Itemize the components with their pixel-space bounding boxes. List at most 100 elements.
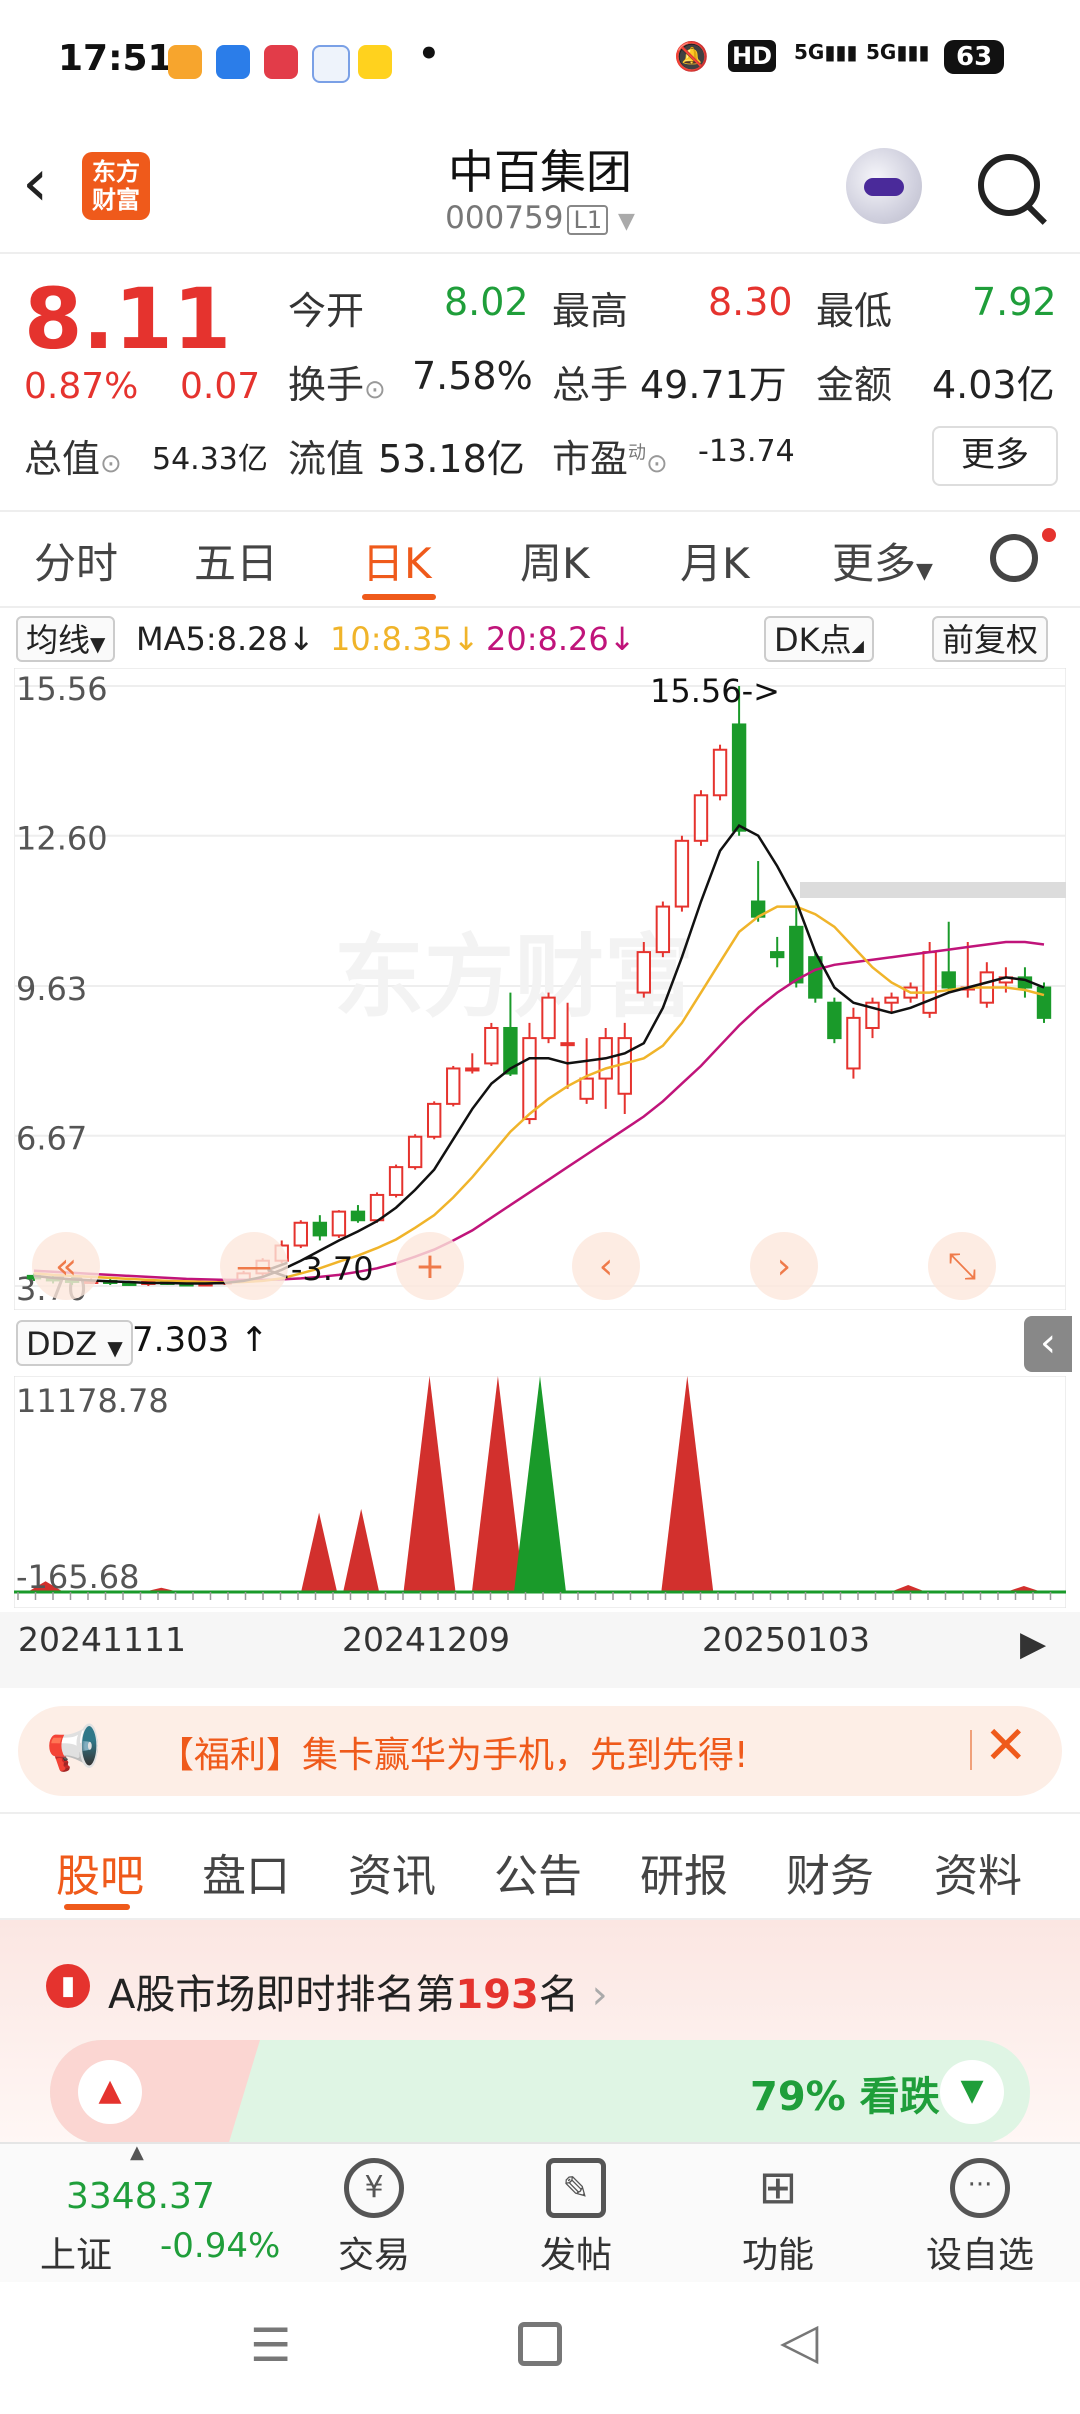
y-tick-label: 6.67	[16, 1120, 87, 1158]
stock-code-row[interactable]: 000759 L1 ▼	[0, 200, 1080, 236]
candle-body	[941, 971, 956, 989]
quote-panel: 8.11 0.87% 0.07 今开 8.02 最高 8.30 最低 7.92 …	[0, 254, 1080, 504]
status-bar: 17:51 • 🔕 HD 5G▮▮▮ 5G▮▮▮ 63	[0, 0, 1080, 130]
ma5-label: MA5:8.28↓	[136, 620, 315, 658]
tab-more[interactable]: 更多▼	[832, 530, 933, 591]
candle-body	[712, 748, 728, 797]
indicator-select[interactable]: DDZ ▼	[16, 1320, 133, 1366]
ma-legend: 均线▼ MA5:8.28↓ 10:8.35↓ 20:8.26↓ DK点◢ 前复权	[0, 608, 1080, 668]
low-value: 7.92	[972, 280, 1057, 324]
tab-financials[interactable]: 财务	[786, 1840, 874, 1904]
candle-body	[655, 905, 671, 954]
play-right-icon[interactable]: ▶	[1020, 1624, 1046, 1664]
edit-icon[interactable]: ✎	[546, 2158, 606, 2218]
hd-icon: HD	[728, 40, 777, 72]
ma10-label: 10:8.35↓	[330, 620, 480, 658]
tab-forum[interactable]: 股吧	[56, 1840, 144, 1904]
nav-add-watchlist[interactable]: 设自选	[900, 2226, 1060, 2278]
tab-order-book[interactable]: 盘口	[202, 1840, 290, 1904]
fullscreen-icon[interactable]: ⤡	[948, 1246, 977, 1287]
candle-body	[1036, 986, 1052, 1019]
tab-research[interactable]: 研报	[640, 1840, 728, 1904]
signal-5g-icon: 5G▮▮▮	[794, 40, 858, 64]
vote-down-button[interactable]: ▼	[940, 2060, 1004, 2124]
home-icon[interactable]	[518, 2322, 562, 2366]
status-time: 17:51	[58, 38, 173, 79]
meituan-icon	[358, 45, 392, 79]
app-notification-icon	[312, 45, 350, 83]
resistance-zone	[800, 882, 1066, 898]
y-tick-label: 12.60	[16, 820, 108, 858]
stock-header: ‹ 东方 财富 中百集团 000759 L1 ▼	[0, 130, 1080, 254]
market-cap-label: 总值⊙	[24, 437, 122, 481]
chevron-up-icon[interactable]: ▲	[130, 2142, 144, 2163]
high-label: 最高	[552, 289, 629, 333]
ranking-panel: ▮ A股市场即时排名第193名 › ▲ 79% 看跌 ▼	[0, 1920, 1080, 2144]
float-cap-label: 流值	[288, 437, 365, 481]
bottom-nav: ▲ 3348.37 上证 -0.94% ¥ 交易 ✎ 发帖 ⊞ 功能 ··· 设…	[0, 2142, 1080, 2284]
scroll-right-icon[interactable]: ›	[777, 1246, 791, 1287]
promo-text[interactable]: 【福利】集卡赢华为手机，先到先得!	[158, 1726, 748, 1778]
candle-body	[636, 951, 652, 994]
y-tick-label: 11178.78	[16, 1382, 169, 1420]
candle-body	[560, 1042, 575, 1047]
tab-intraday[interactable]: 分时	[34, 530, 118, 591]
nav-functions[interactable]: 功能	[698, 2226, 858, 2278]
stock-code: 000759	[445, 200, 564, 236]
ddz-indicator-chart[interactable]: 11178.78 -165.68	[14, 1376, 1066, 1608]
date-axis: 20241111 20241209 20250103 ▶	[0, 1612, 1080, 1688]
app-notification-icon	[168, 45, 202, 79]
current-price: 8.11	[24, 270, 232, 368]
volume-label: 总手	[552, 363, 629, 407]
y-tick-label: 15.56	[16, 670, 108, 708]
index-value[interactable]: 3348.37	[66, 2176, 215, 2217]
level-badge: L1	[567, 205, 609, 235]
apps-grid-icon[interactable]: ⊞	[748, 2158, 808, 2218]
tab-weekly-k[interactable]: 周K	[520, 530, 590, 591]
zoom-in-icon[interactable]: +	[415, 1246, 445, 1287]
gear-icon[interactable]	[990, 534, 1038, 582]
menu-icon[interactable]: ☰	[250, 2318, 291, 2372]
tab-profile[interactable]: 资料	[934, 1840, 1022, 1904]
nav-trade[interactable]: 交易	[294, 2226, 454, 2278]
close-icon[interactable]: ✕	[984, 1716, 1028, 1776]
trade-icon[interactable]: ¥	[344, 2158, 404, 2218]
dk-select[interactable]: DK点◢	[764, 616, 874, 662]
scroll-left-icon[interactable]: ‹	[599, 1246, 613, 1287]
indicator-bar: DDZ ▼ 7.303 ↑ ‹	[0, 1316, 1080, 1374]
tab-announcements[interactable]: 公告	[494, 1840, 582, 1904]
candle-body	[541, 996, 556, 1040]
pe-value: -13.74	[698, 434, 795, 469]
rank-text[interactable]: A股市场即时排名第193名 ›	[108, 1962, 608, 2020]
adjust-button[interactable]: 前复权	[932, 616, 1049, 662]
system-nav-bar: ☰ ◁	[0, 2282, 1080, 2414]
candlestick-chart[interactable]: 15.5612.609.636.673.70东方财富15.56-><-3.70«…	[14, 668, 1066, 1310]
tab-news[interactable]: 资讯	[348, 1840, 436, 1904]
tab-five-day[interactable]: 五日	[194, 530, 278, 591]
period-tabs: 分时 五日 日K 周K 月K 更多▼	[0, 510, 1080, 608]
search-icon[interactable]	[978, 154, 1040, 216]
candle-body	[522, 1037, 537, 1121]
zoom-out-icon[interactable]: —	[236, 1246, 272, 1287]
more-options-icon[interactable]: ···	[950, 2158, 1010, 2218]
candle-body	[579, 1077, 594, 1100]
promo-banner[interactable]: 📢 【福利】集卡赢华为手机，先到先得! ✕	[18, 1706, 1062, 1796]
assistant-robot-icon[interactable]	[846, 148, 922, 224]
candle-body	[350, 1210, 366, 1222]
candle-body	[789, 925, 804, 984]
vote-up-button[interactable]: ▲	[78, 2060, 142, 2124]
back-nav-icon[interactable]: ◁	[780, 2312, 818, 2370]
bearish-percent: 79% 看跌	[750, 2074, 940, 2120]
more-button[interactable]: 更多	[932, 426, 1058, 486]
candle-body	[407, 1135, 423, 1169]
tab-monthly-k[interactable]: 月K	[680, 530, 750, 591]
collapse-panel-icon[interactable]: ‹	[1024, 1316, 1072, 1372]
candle-body	[808, 956, 823, 999]
ma-select[interactable]: 均线▼	[16, 616, 116, 662]
candle-body	[617, 1037, 632, 1095]
nav-post[interactable]: 发帖	[496, 2226, 656, 2278]
scroll-left-fast-icon[interactable]: «	[55, 1246, 77, 1287]
active-tab-indicator	[64, 1904, 130, 1910]
turnover-label: 换手⊙	[288, 363, 386, 407]
tab-daily-k[interactable]: 日K	[362, 530, 432, 591]
